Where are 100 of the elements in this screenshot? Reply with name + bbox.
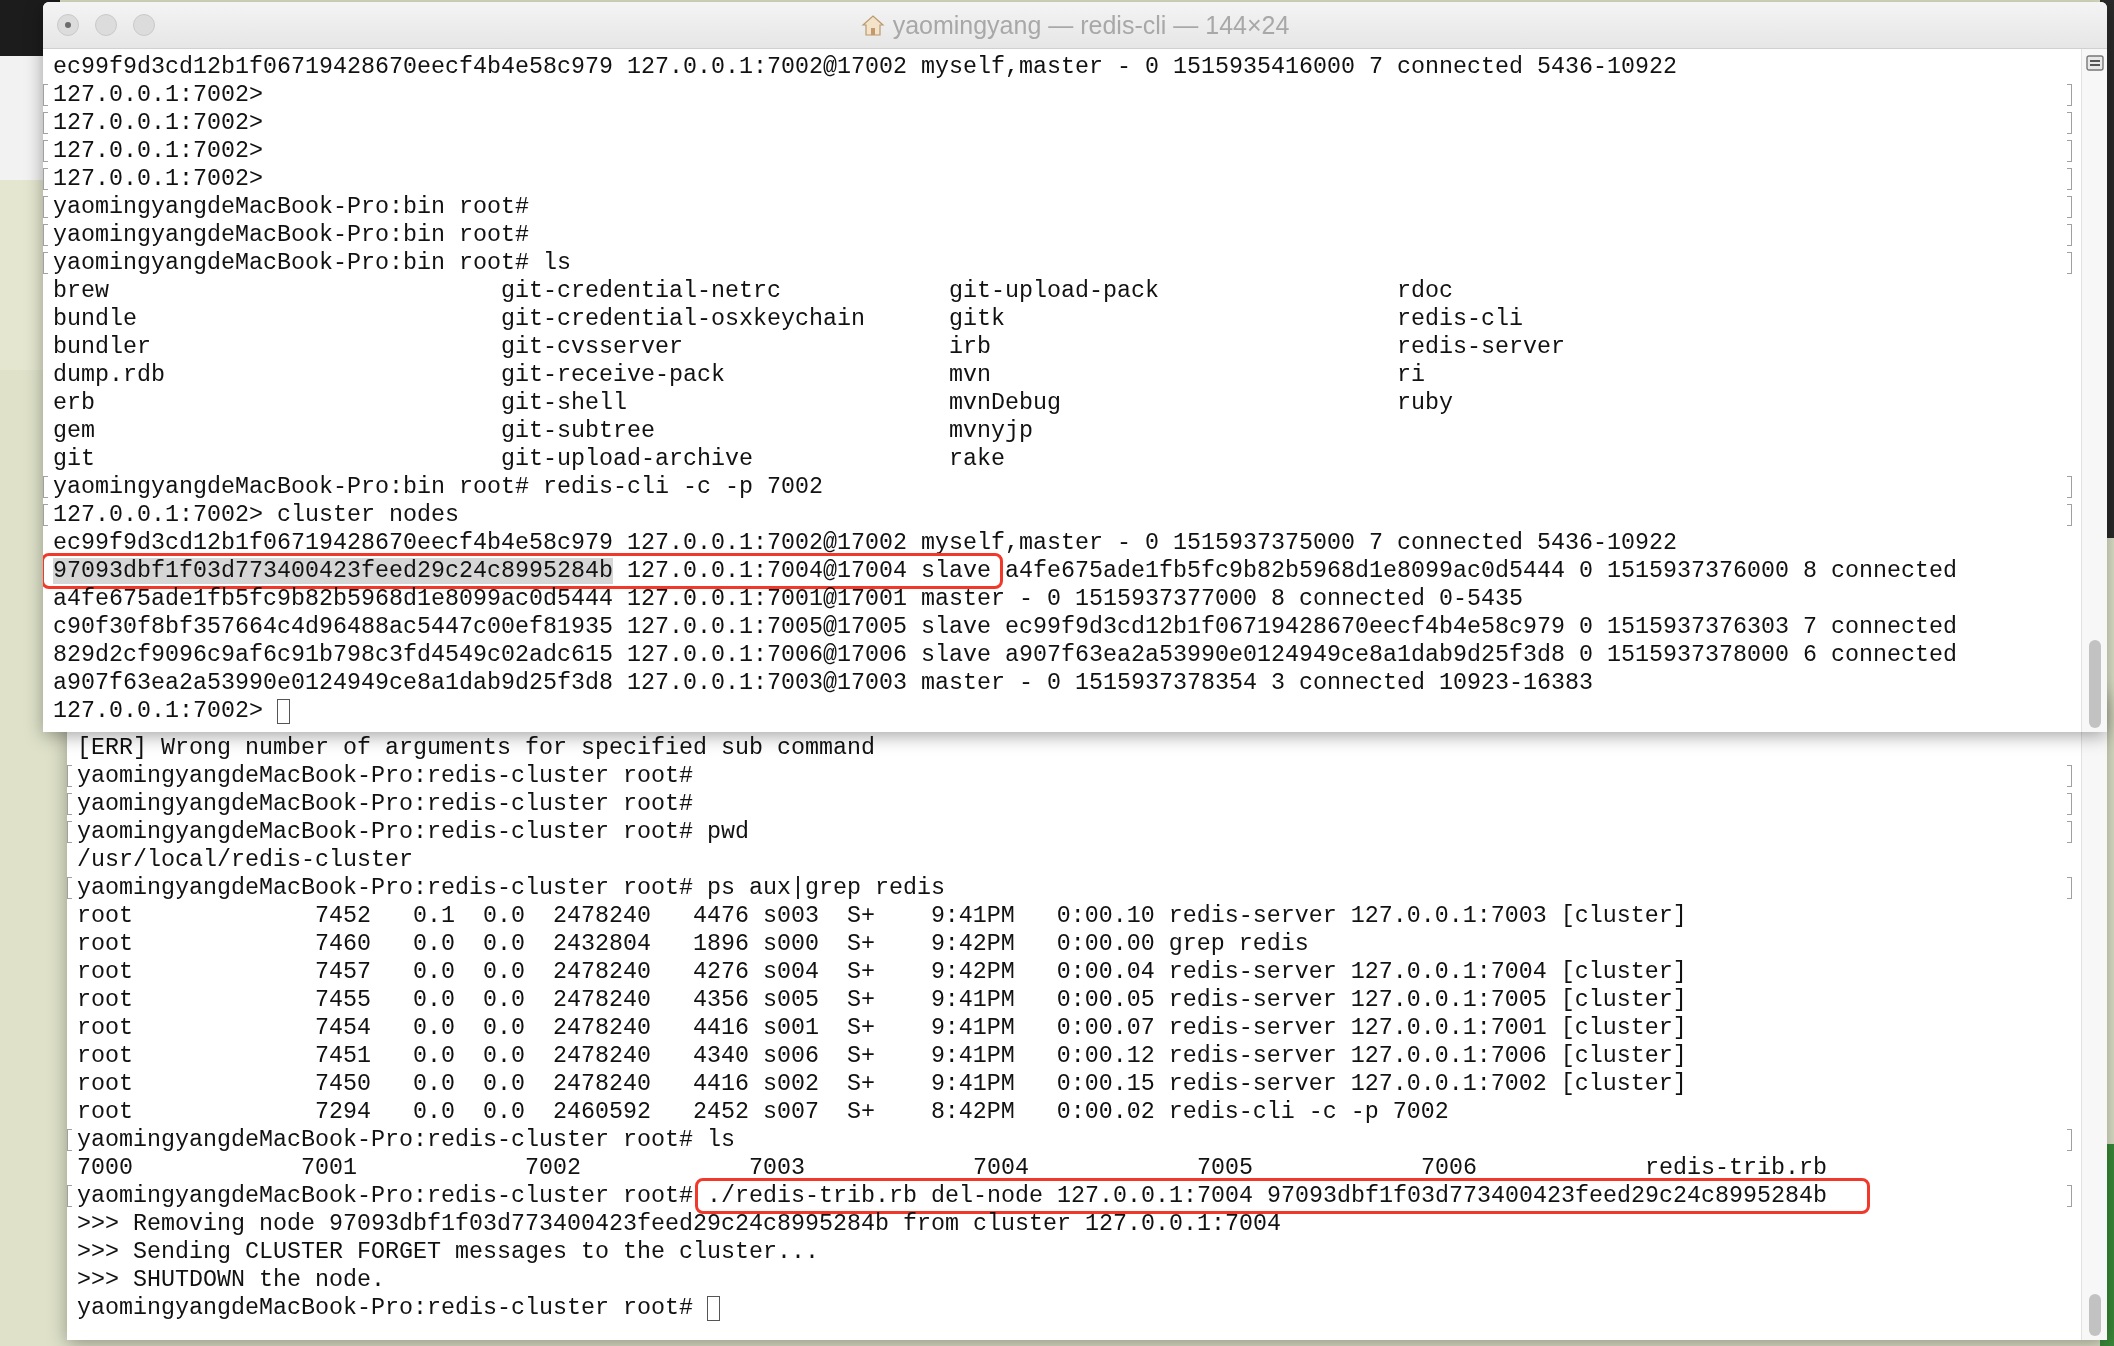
table-cell-text: redis-server 127.0.0.1:7005 [cluster] <box>1168 986 1688 1014</box>
zoom-button[interactable] <box>133 14 155 36</box>
file-name: rdoc <box>1396 277 1454 305</box>
file-name: gem <box>53 417 96 445</box>
table-cell-text: 0.0 <box>412 1014 456 1042</box>
table-cell-text: 2460592 <box>552 1098 652 1126</box>
file-name: irb <box>948 333 992 361</box>
terminal-line: yaomingyangdeMacBook-Pro:redis-cluster root# <box>77 763 693 789</box>
table-cell-text: S+ <box>846 986 876 1014</box>
table-cell-text: S+ <box>846 930 876 958</box>
table-cell-text: 2478240 <box>552 1014 652 1042</box>
table-cell-text: root <box>77 1098 134 1126</box>
table-cell-text: 4340 <box>692 1042 750 1070</box>
table-cell-text: 7451 <box>315 1042 372 1070</box>
table-cell-text: 0.0 <box>412 1042 456 1070</box>
table-cell-text: 0.0 <box>412 986 456 1014</box>
terminal-line: yaomingyangdeMacBook-Pro:redis-cluster root# <box>77 791 693 817</box>
table-cell-text: 0.0 <box>482 930 526 958</box>
table-cell-text: 4476 <box>692 902 750 930</box>
table-cell-text: 0.0 <box>482 1014 526 1042</box>
table-cell-text: 4356 <box>692 986 750 1014</box>
table-cell-text: 0:00.02 <box>1056 1098 1156 1126</box>
terminal-line: a907f63ea2a53990e0124949ce8a1dab9d25f3d8 127.0.0.1:7003@17003 master - 0 1515937378354 3 connected 10923-16383 <box>53 670 1593 696</box>
table-cell-text: 2478240 <box>552 1070 652 1098</box>
terminal-line: 127.0.0.1:7002> <box>53 110 263 136</box>
table-cell-text: root <box>77 958 134 986</box>
file-name: git <box>53 445 96 473</box>
table-cell-text: 0.0 <box>482 986 526 1014</box>
scrollbar-thumb[interactable] <box>2088 1294 2101 1336</box>
table-cell-text: s007 <box>762 1098 820 1126</box>
terminal-line: 127.0.0.1:7002> cluster nodes <box>53 502 459 528</box>
table-cell-text: 0:00.15 <box>1056 1070 1156 1098</box>
table-cell-text: 0.0 <box>482 1042 526 1070</box>
table-cell-text: 0.0 <box>412 1070 456 1098</box>
terminal-line: 127.0.0.1:7002> <box>53 82 263 108</box>
table-cell-text: 2452 <box>692 1098 750 1126</box>
file-name: git-upload-pack <box>948 277 1160 305</box>
table-cell-text: s002 <box>762 1070 820 1098</box>
table-cell-text: S+ <box>846 958 876 986</box>
table-cell-text: 0:00.04 <box>1056 958 1156 986</box>
table-cell-text: 7454 <box>315 1014 372 1042</box>
terminal-text: ./redis-trib.rb del-node 127.0.0.1:7004 97093dbf1f03d773400423feed29c24c8995284b <box>706 1183 1827 1209</box>
terminal-line: 127.0.0.1:7002> <box>53 698 263 724</box>
table-cell-text: s004 <box>762 958 820 986</box>
file-name: git-credential-osxkeychain <box>500 305 866 333</box>
file-name: redis-trib.rb <box>1644 1154 1828 1182</box>
table-cell-text: 0.0 <box>482 958 526 986</box>
table-cell-text: s001 <box>762 1014 820 1042</box>
terminal-line: yaomingyangdeMacBook-Pro:bin root# redis-cli -c -p 7002 <box>53 474 823 500</box>
file-name: ri <box>1396 361 1426 389</box>
table-cell-text: grep redis <box>1168 930 1310 958</box>
table-cell-text: root <box>77 1042 134 1070</box>
table-cell-text: 2478240 <box>552 986 652 1014</box>
file-name: 7004 <box>972 1154 1030 1182</box>
minimize-button[interactable] <box>95 14 117 36</box>
terminal-line: >>> SHUTDOWN the node. <box>77 1267 385 1293</box>
table-cell-text: redis-server 127.0.0.1:7001 [cluster] <box>1168 1014 1688 1042</box>
table-cell-text: 0.0 <box>482 902 526 930</box>
file-name: rake <box>948 445 1006 473</box>
table-cell-text: root <box>77 1014 134 1042</box>
table-cell-text: S+ <box>846 1098 876 1126</box>
table-cell-text: 9:41PM <box>930 986 1016 1014</box>
file-name: git-subtree <box>500 417 656 445</box>
file-name: mvn <box>948 361 992 389</box>
file-name: 7005 <box>1196 1154 1254 1182</box>
file-name: git-receive-pack <box>500 361 726 389</box>
terminal-text: a4fe675ade1fb5fc9b82b5968d1e8099ac0d5444 0 1515937376000 8 connected <box>1004 558 1957 584</box>
table-cell-text: 7452 <box>315 902 372 930</box>
file-name: mvnDebug <box>948 389 1062 417</box>
window-title: yaomingyang — redis-cli — 144×24 <box>892 10 1290 40</box>
scrollbar-thumb[interactable] <box>2088 640 2101 728</box>
terminal-line: yaomingyangdeMacBook-Pro:redis-cluster root# <box>77 1295 693 1321</box>
terminal-line: >>> Removing node 97093dbf1f03d773400423feed29c24c8995284b from cluster 127.0.0.1:7004 <box>77 1211 1281 1237</box>
table-cell-text: S+ <box>846 1070 876 1098</box>
table-cell-text: 0:00.12 <box>1056 1042 1156 1070</box>
file-name: bundler <box>53 333 152 361</box>
table-cell-text: 9:41PM <box>930 902 1016 930</box>
table-cell-text: 2432804 <box>552 930 652 958</box>
table-cell-text: redis-server 127.0.0.1:7004 [cluster] <box>1168 958 1688 986</box>
table-cell-text: 4276 <box>692 958 750 986</box>
close-button[interactable] <box>57 14 79 36</box>
text-cursor <box>706 1296 720 1321</box>
terminal-line: 829d2cf9096c9af6c91b798c3fd4549c02adc615 127.0.0.1:7006@17006 slave a907f63ea2a53990e0124949ce8a1dab9d25f3d8 0 1515937378000 6 connected <box>53 642 1957 668</box>
terminal-line: /usr/local/redis-cluster <box>77 847 413 873</box>
split-pane-icon[interactable] <box>2085 55 2104 71</box>
file-name: git-upload-archive <box>500 445 754 473</box>
file-name: git-shell <box>500 389 628 417</box>
table-cell-text: 2478240 <box>552 1042 652 1070</box>
terminal-line: yaomingyangdeMacBook-Pro:redis-cluster root# pwd <box>77 819 749 845</box>
table-cell-text: root <box>77 1070 134 1098</box>
file-name: 7002 <box>524 1154 582 1182</box>
file-name: ruby <box>1396 389 1454 417</box>
table-cell-text: 2478240 <box>552 902 652 930</box>
terminal-line: [ERR] Wrong number of arguments for specified sub command <box>77 735 875 761</box>
file-name: 7006 <box>1420 1154 1478 1182</box>
table-cell-text: 0.0 <box>482 1070 526 1098</box>
terminal-line: yaomingyangdeMacBook-Pro:redis-cluster root# ls <box>77 1127 735 1153</box>
table-cell-text: 7294 <box>315 1098 372 1126</box>
table-cell-text: 4416 <box>692 1070 750 1098</box>
table-cell-text: 7455 <box>315 986 372 1014</box>
